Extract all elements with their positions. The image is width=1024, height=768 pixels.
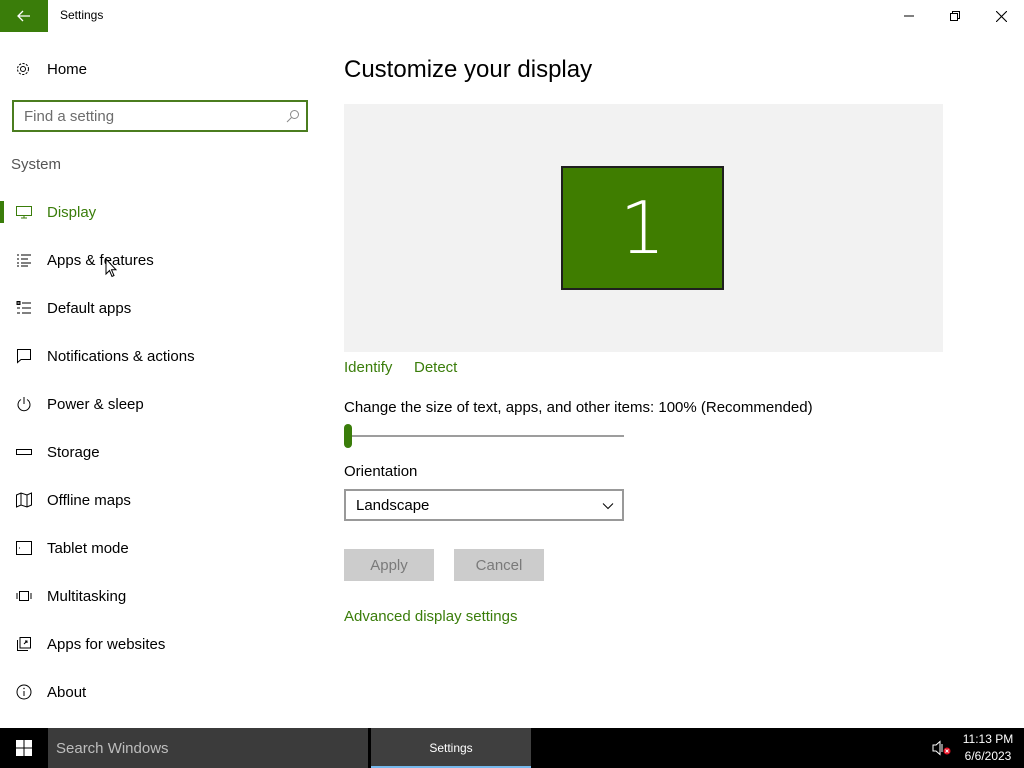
orientation-label: Orientation	[344, 463, 418, 480]
sidebar-item-label: Apps for websites	[47, 635, 166, 653]
sidebar-item-tablet-mode[interactable]: Tablet mode	[0, 524, 320, 572]
tablet-icon	[15, 539, 33, 557]
monitor-icon	[15, 203, 33, 221]
sidebar-item-label: Notifications & actions	[47, 347, 195, 365]
sidebar-item-label: Multitasking	[47, 587, 127, 605]
map-icon	[15, 491, 33, 509]
detect-link[interactable]: Detect	[414, 359, 457, 376]
apply-button[interactable]: Apply	[344, 549, 434, 581]
sidebar-item-label: Offline maps	[47, 491, 131, 509]
taskbar-clock[interactable]: 11:13 PM 6/6/2023	[958, 731, 1018, 765]
mouse-cursor-icon	[105, 257, 118, 283]
minimize-button[interactable]	[886, 0, 932, 32]
slider-track	[344, 435, 624, 437]
default-apps-icon	[15, 299, 33, 317]
sidebar-item-label: Apps & features	[47, 251, 154, 269]
cancel-button[interactable]: Cancel	[454, 549, 544, 581]
multitasking-icon	[15, 587, 33, 605]
sidebar-item-power-sleep[interactable]: Power & sleep	[0, 380, 320, 428]
advanced-display-settings-link[interactable]: Advanced display settings	[344, 608, 517, 625]
list-icon	[15, 251, 33, 269]
sidebar-item-offline-maps[interactable]: Offline maps	[0, 476, 320, 524]
minimize-icon	[904, 15, 914, 17]
sidebar-item-label: Default apps	[47, 299, 132, 317]
clock-date: 6/6/2023	[964, 749, 1012, 763]
sidebar-item-multitasking[interactable]: Multitasking	[0, 572, 320, 620]
sidebar-item-display[interactable]: Display	[0, 188, 320, 236]
slider-thumb[interactable]	[344, 424, 352, 448]
search-input[interactable]	[24, 107, 274, 125]
chevron-down-icon	[602, 499, 614, 517]
start-button[interactable]	[0, 728, 48, 768]
windows-logo-icon	[16, 740, 32, 756]
window-title: Settings	[60, 8, 104, 22]
taskbar-app-settings[interactable]: Settings	[371, 728, 531, 768]
close-button[interactable]	[978, 0, 1024, 32]
orientation-dropdown[interactable]: Landscape	[344, 489, 624, 521]
taskbar: Search Windows Settings 11:13 PM 6/6/202…	[0, 728, 1024, 768]
info-icon	[15, 683, 33, 701]
sidebar-item-about[interactable]: About	[0, 668, 320, 716]
close-icon	[995, 10, 1007, 22]
web-apps-icon	[15, 635, 33, 653]
sidebar-item-label: Display	[47, 203, 97, 221]
search-box	[12, 100, 308, 132]
sidebar-item-label: Power & sleep	[47, 395, 144, 413]
scale-label: Change the size of text, apps, and other…	[344, 399, 813, 416]
sidebar-item-apps-for-websites[interactable]: Apps for websites	[0, 620, 320, 668]
page-title: Customize your display	[344, 56, 593, 83]
taskbar-app-label: Settings	[429, 741, 473, 755]
sidebar-item-label: Storage	[47, 443, 100, 461]
search-icon[interactable]	[286, 109, 300, 128]
notification-icon	[15, 347, 33, 365]
identify-link[interactable]: Identify	[344, 359, 392, 376]
sidebar-item-notifications[interactable]: Notifications & actions	[0, 332, 320, 380]
sidebar-item-apps-features[interactable]: Apps & features	[0, 236, 320, 284]
display-arrangement-area: 1	[344, 104, 943, 352]
gear-icon	[15, 61, 31, 77]
title-bar: Settings	[0, 0, 1024, 32]
sidebar-item-default-apps[interactable]: Default apps	[0, 284, 320, 332]
sidebar-nav: Display Apps & features Default apps Not…	[0, 188, 320, 716]
scale-slider[interactable]	[344, 424, 624, 448]
section-label: System	[11, 156, 62, 173]
orientation-value: Landscape	[356, 496, 430, 514]
sidebar-item-storage[interactable]: Storage	[0, 428, 320, 476]
storage-icon	[15, 443, 33, 461]
clock-time: 11:13 PM	[962, 732, 1014, 746]
power-icon	[15, 395, 33, 413]
restore-icon	[950, 11, 960, 21]
restore-button[interactable]	[932, 0, 978, 32]
back-button[interactable]	[0, 0, 48, 32]
volume-muted-icon[interactable]	[932, 740, 952, 756]
sidebar-item-label: Tablet mode	[47, 539, 129, 557]
home-link[interactable]: Home	[0, 52, 320, 86]
home-label: Home	[47, 60, 88, 78]
sidebar-item-label: About	[47, 683, 87, 701]
taskbar-search-text: Search Windows	[56, 739, 169, 757]
taskbar-search[interactable]: Search Windows	[48, 728, 368, 768]
back-arrow-icon	[17, 10, 30, 22]
monitor-tile[interactable]: 1	[561, 166, 724, 290]
